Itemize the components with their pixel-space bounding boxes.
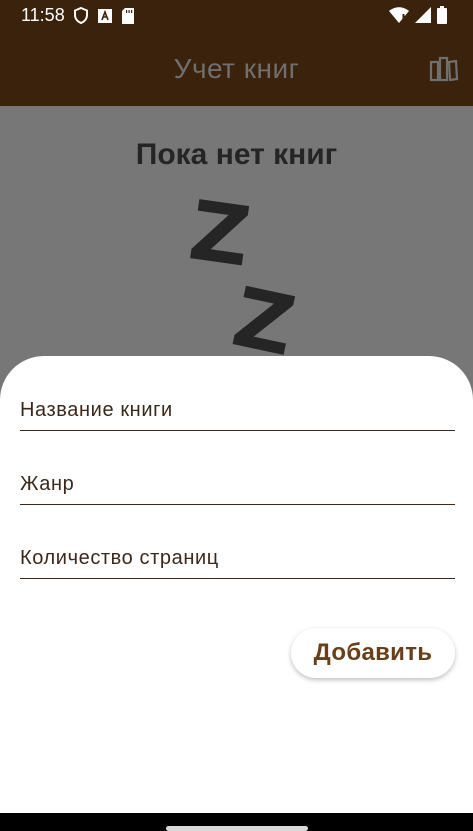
home-gesture-handle[interactable]: [166, 826, 308, 831]
signal-icon: [415, 7, 431, 28]
book-title-field[interactable]: [20, 390, 455, 431]
genre-field[interactable]: [20, 464, 455, 505]
book-title-input[interactable]: [20, 390, 455, 430]
sd-card-icon: [122, 7, 134, 29]
status-time: 11:58: [21, 5, 65, 25]
status-bar: 11:58: [0, 0, 473, 32]
wifi-icon: [389, 7, 409, 28]
page-count-input[interactable]: [20, 538, 455, 578]
empty-state-title: Пока нет книг: [135, 138, 338, 171]
add-book-sheet: Добавить: [0, 356, 473, 813]
page-title: Учет книг: [173, 53, 300, 84]
a-icon: [98, 8, 112, 28]
status-system-icons: [389, 6, 447, 29]
shield-icon: [74, 6, 88, 29]
battery-icon: [437, 6, 447, 29]
genre-input[interactable]: [20, 464, 455, 504]
book-stack-icon[interactable]: [429, 56, 459, 82]
page-count-field[interactable]: [20, 538, 455, 579]
status-notification-icons: [74, 6, 134, 29]
app-bar: Учет книг: [0, 32, 473, 106]
add-book-button[interactable]: Добавить: [291, 628, 455, 678]
navigation-bar: [0, 813, 473, 831]
sleep-z-letter: Z: [183, 183, 256, 286]
